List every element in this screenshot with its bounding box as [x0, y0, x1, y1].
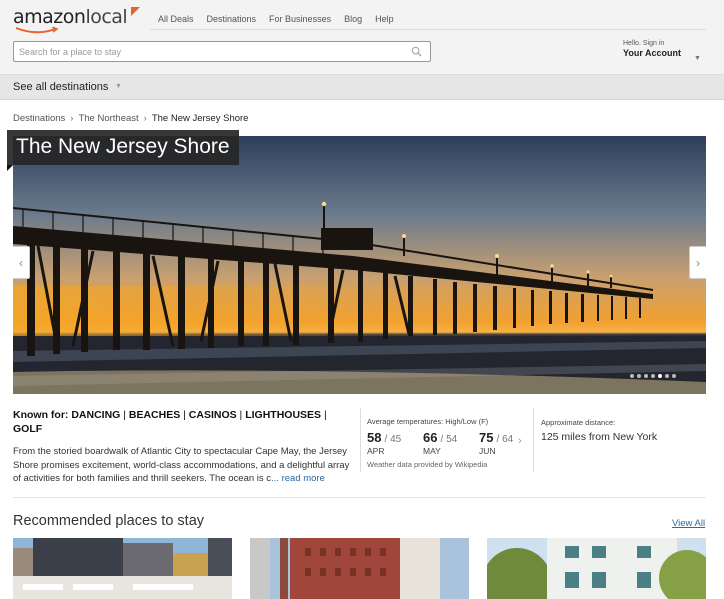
search-icon[interactable]	[411, 46, 422, 57]
carousel-dot[interactable]	[651, 374, 655, 378]
breadcrumb: Destinations › The Northeast › The New Jerse…	[13, 113, 248, 124]
pier-sunset-image	[13, 136, 706, 394]
carousel-dot[interactable]	[630, 374, 634, 378]
divider	[360, 408, 361, 472]
nav-blog[interactable]: Blog	[344, 14, 362, 24]
hero-image-carousel[interactable]	[13, 136, 706, 394]
temp-month: JUN	[479, 446, 496, 456]
nav-divider	[150, 29, 706, 30]
carousel-dot[interactable]	[644, 374, 648, 378]
breadcrumb-separator: ›	[143, 113, 147, 124]
logo-text-amazon: amazon	[13, 6, 86, 28]
place-card[interactable]	[13, 538, 232, 599]
search-input[interactable]	[14, 42, 394, 61]
carousel-next-button[interactable]: ›	[689, 246, 706, 279]
breadcrumb-northeast[interactable]: The Northeast	[78, 113, 138, 124]
place-thumbnail	[13, 538, 232, 599]
temp-high: 66	[423, 430, 438, 445]
logo-smile-icon	[15, 27, 59, 34]
temperatures: 58 / 45 APR 66 / 54 MAY 75 / 64 JUN	[367, 430, 525, 456]
destinations-bar[interactable]: See all destinations ▼	[0, 75, 724, 100]
carousel-dot[interactable]	[637, 374, 641, 378]
chevron-down-icon: ▼	[694, 55, 701, 62]
temp-month: MAY	[423, 446, 441, 456]
place-card[interactable]	[250, 538, 469, 599]
known-for-tag: GOLF	[13, 423, 43, 435]
destination-description: From the storied boardwalk of Atlantic C…	[13, 445, 355, 486]
nav-destinations[interactable]: Destinations	[207, 14, 257, 24]
logo-text: amazonlocal	[13, 6, 128, 28]
logo-flag-icon	[131, 7, 140, 16]
temperatures-label: Average temperatures: High/Low (F)	[367, 417, 489, 426]
temperature-month: 58 / 45 APR	[367, 430, 413, 456]
known-for-label: Known for:	[13, 409, 69, 421]
temp-low: / 64	[496, 434, 514, 445]
breadcrumb-destinations[interactable]: Destinations	[13, 113, 65, 124]
top-header: amazonlocal All Deals Destinations For B…	[0, 0, 724, 75]
temp-month: APR	[367, 446, 385, 456]
chevron-down-icon: ▼	[115, 83, 122, 90]
chevron-left-icon: ‹	[19, 255, 23, 270]
top-nav: All Deals Destinations For Businesses Bl…	[158, 14, 407, 24]
temp-low: / 45	[384, 434, 402, 445]
carousel-dots	[630, 374, 676, 378]
recommended-title: Recommended places to stay	[13, 513, 205, 529]
account-menu[interactable]: Hello. Sign in Your Account ▼	[623, 40, 701, 62]
nav-help[interactable]: Help	[375, 14, 394, 24]
known-for-tag: LIGHTHOUSES	[245, 409, 322, 421]
page-title: The New Jersey Shore	[7, 130, 239, 165]
weather-source-note: Weather data provided by Wikipedia	[367, 460, 488, 469]
read-more-link[interactable]: ... read more	[271, 473, 325, 484]
chevron-right-icon[interactable]: ›	[518, 435, 522, 447]
logo-text-local: local	[85, 6, 128, 28]
see-all-destinations[interactable]: See all destinations	[13, 81, 108, 93]
known-for-tag: BEACHES	[128, 409, 181, 421]
nav-all-deals[interactable]: All Deals	[158, 14, 194, 24]
account-hello: Hello. Sign in	[623, 40, 665, 47]
carousel-dot[interactable]	[672, 374, 676, 378]
divider	[533, 408, 534, 472]
temperature-month: 66 / 54 MAY	[423, 430, 469, 456]
section-divider	[13, 497, 706, 498]
carousel-prev-button[interactable]: ‹	[13, 246, 30, 279]
temp-high: 58	[367, 430, 382, 445]
place-thumbnail	[487, 538, 706, 599]
place-thumbnail	[250, 538, 469, 599]
temp-high: 75	[479, 430, 494, 445]
distance-label: Approximate distance:	[541, 418, 616, 427]
title-tab-corner	[7, 165, 13, 171]
known-for-tag: DANCING	[71, 409, 121, 421]
place-card[interactable]	[487, 538, 706, 599]
known-for: Known for: DANCING | BEACHES | CASINOS |…	[13, 409, 327, 435]
search-box	[13, 41, 431, 62]
carousel-dot-active[interactable]	[658, 374, 662, 378]
amazon-local-logo[interactable]: amazonlocal	[13, 6, 140, 34]
known-for-tag: CASINOS	[188, 409, 237, 421]
breadcrumb-separator: ›	[70, 113, 74, 124]
breadcrumb-current: The New Jersey Shore	[151, 113, 249, 124]
chevron-right-icon: ›	[696, 255, 700, 270]
carousel-dot[interactable]	[665, 374, 669, 378]
view-all-link[interactable]: View All	[672, 518, 705, 529]
distance-value: 125 miles from New York	[541, 431, 658, 443]
nav-for-businesses[interactable]: For Businesses	[269, 14, 331, 24]
temp-low: / 54	[440, 434, 458, 445]
account-label: Your Account	[623, 48, 681, 58]
